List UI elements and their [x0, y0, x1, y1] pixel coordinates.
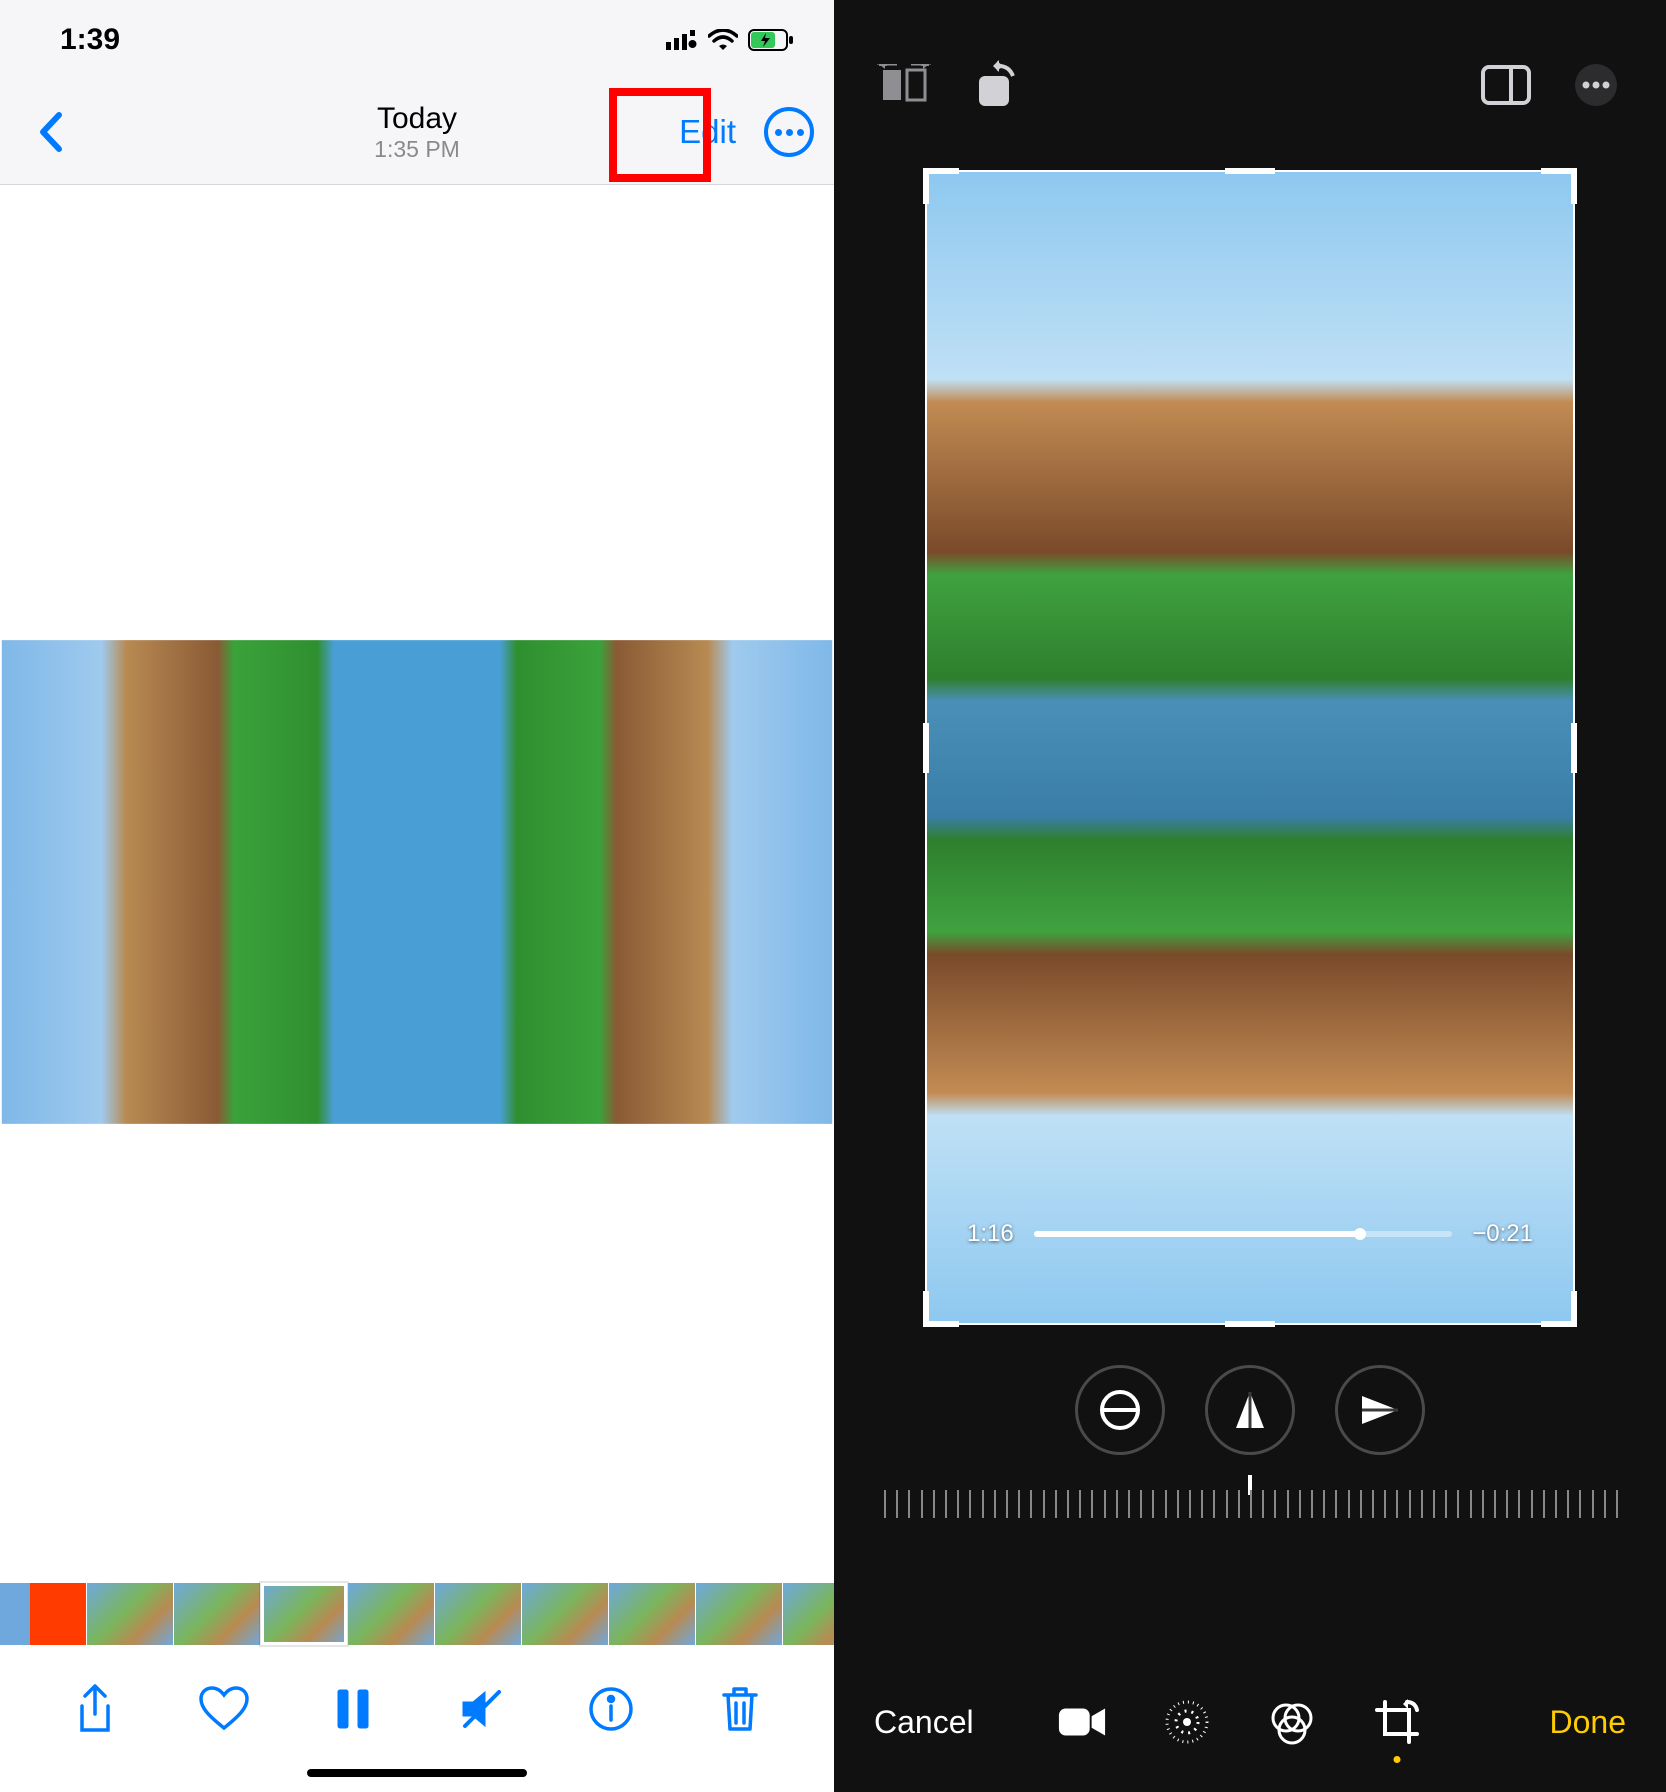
crop-handle-tr[interactable] — [1541, 168, 1577, 204]
share-button[interactable] — [67, 1681, 123, 1737]
timeline-thumb[interactable] — [0, 1583, 86, 1645]
more-button[interactable] — [764, 107, 814, 157]
info-button[interactable] — [583, 1681, 639, 1737]
adjust-tab[interactable] — [1162, 1697, 1212, 1747]
editor-more-button[interactable] — [1566, 55, 1626, 115]
back-button[interactable] — [20, 102, 80, 162]
timeline-thumb[interactable] — [696, 1583, 782, 1645]
mute-button[interactable] — [454, 1681, 510, 1737]
straighten-button[interactable] — [1075, 1365, 1165, 1455]
video-elapsed: 1:16 — [967, 1220, 1014, 1248]
favorite-button[interactable] — [196, 1681, 252, 1737]
cellular-icon — [666, 30, 698, 50]
video-remaining: −0:21 — [1472, 1220, 1533, 1248]
perspective-controls — [834, 1355, 1666, 1465]
timeline-thumb[interactable] — [435, 1583, 521, 1645]
horizontal-perspective-button[interactable] — [1335, 1365, 1425, 1455]
timeline-thumb[interactable] — [348, 1583, 434, 1645]
timeline-thumb[interactable] — [87, 1583, 173, 1645]
scrubber-thumb[interactable] — [1354, 1228, 1366, 1240]
video-scrubber[interactable] — [1034, 1231, 1453, 1237]
editor-top-bar — [834, 0, 1666, 170]
video-frame-preview — [2, 640, 832, 1124]
edit-button[interactable]: Edit — [671, 109, 744, 155]
timeline-thumb[interactable] — [522, 1583, 608, 1645]
editor-mode-tabs — [1057, 1697, 1422, 1747]
angle-ruler[interactable] — [884, 1475, 1616, 1545]
timeline-thumb[interactable] — [609, 1583, 695, 1645]
filters-tab[interactable] — [1267, 1697, 1317, 1747]
timeline-strip[interactable] — [0, 1579, 834, 1649]
crop-handle-tl[interactable] — [923, 168, 959, 204]
status-bar: 1:39 — [0, 0, 834, 80]
delete-button[interactable] — [712, 1681, 768, 1737]
wifi-icon — [708, 29, 738, 51]
nav-bar: Today 1:35 PM Edit — [0, 80, 834, 185]
timeline-thumb-current[interactable] — [261, 1583, 347, 1645]
bottom-toolbar — [0, 1649, 834, 1769]
editor-bottom-bar: Cancel Done — [834, 1652, 1666, 1792]
video-frame-preview — [927, 172, 1573, 1323]
crop-tab[interactable] — [1372, 1697, 1422, 1747]
crop-handle-br[interactable] — [1541, 1291, 1577, 1327]
aspect-ratio-button[interactable] — [1476, 55, 1536, 115]
video-tab[interactable] — [1057, 1697, 1107, 1747]
crop-frame[interactable]: 1:16 −0:21 — [925, 170, 1575, 1325]
timeline-thumb[interactable] — [174, 1583, 260, 1645]
crop-handle-bl[interactable] — [923, 1291, 959, 1327]
crop-handle-left[interactable] — [923, 723, 929, 773]
crop-handle-right[interactable] — [1571, 723, 1577, 773]
photo-editor-pane: 1:16 −0:21 Cancel — [834, 0, 1666, 1792]
crop-handle-bottom[interactable] — [1225, 1321, 1275, 1327]
photo-viewport[interactable] — [0, 185, 834, 1579]
cancel-button[interactable]: Cancel — [874, 1704, 974, 1741]
crop-handle-top[interactable] — [1225, 168, 1275, 174]
status-time: 1:39 — [60, 23, 120, 57]
done-button[interactable]: Done — [1549, 1704, 1626, 1741]
pause-button[interactable] — [325, 1681, 381, 1737]
ellipsis-icon — [775, 129, 804, 136]
status-icons — [666, 29, 794, 51]
flip-horizontal-button[interactable] — [874, 55, 934, 115]
video-progress-overlay: 1:16 −0:21 — [967, 1220, 1533, 1248]
home-indicator[interactable] — [307, 1769, 527, 1777]
rotate-button[interactable] — [964, 55, 1024, 115]
vertical-perspective-button[interactable] — [1205, 1365, 1295, 1455]
photos-viewer-pane: 1:39 Today 1:35 PM Edit — [0, 0, 834, 1792]
battery-charging-icon — [748, 29, 794, 51]
timeline-thumb[interactable] — [783, 1583, 834, 1645]
